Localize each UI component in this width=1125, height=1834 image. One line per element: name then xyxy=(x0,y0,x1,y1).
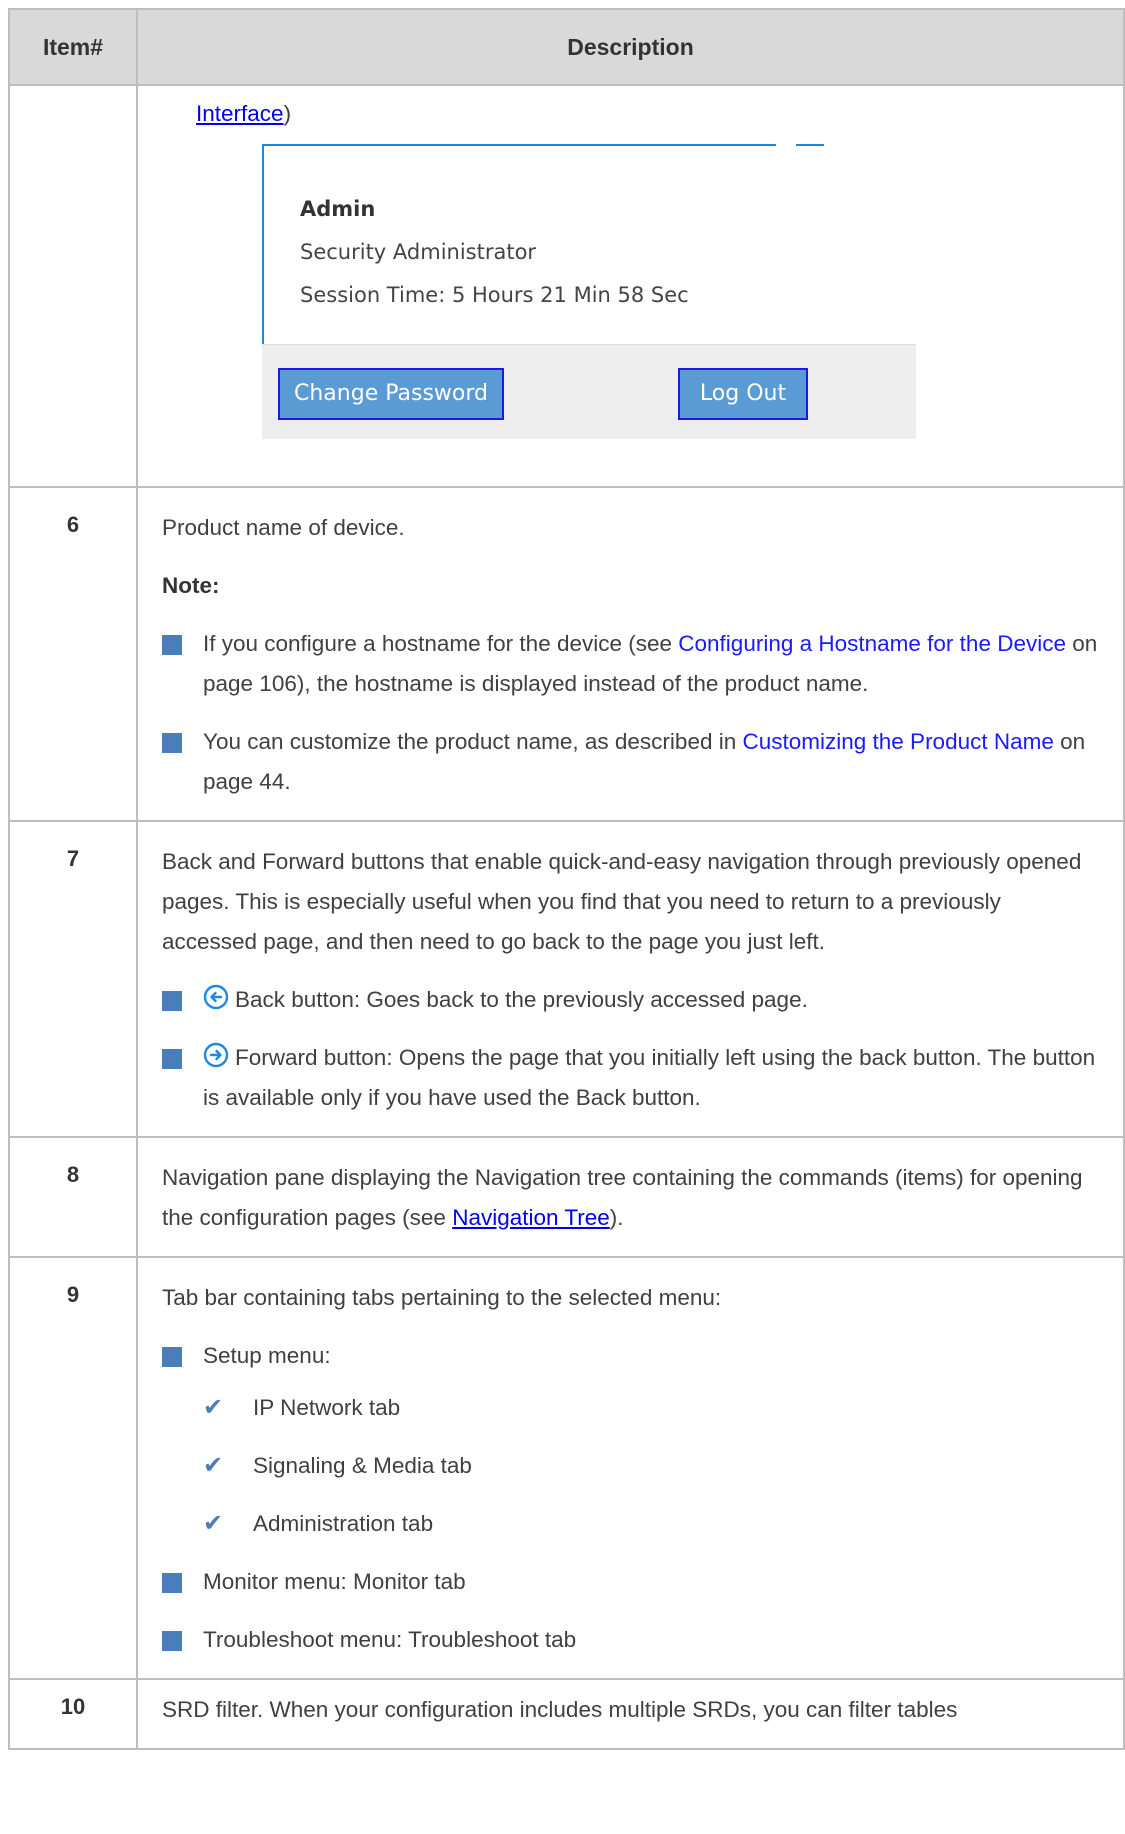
text: Signaling & Media tab xyxy=(253,1453,472,1478)
list-item: You can customize the product name, as d… xyxy=(162,722,1099,802)
item-number: 6 xyxy=(8,486,138,822)
square-bullet-icon xyxy=(162,1347,182,1367)
checkmark-icon: ✔ xyxy=(203,1394,224,1421)
table-header-row: Item# Description xyxy=(8,8,1125,86)
square-bullet-icon xyxy=(162,635,182,655)
list-item: ✔ Signaling & Media tab xyxy=(203,1446,1099,1486)
change-password-button[interactable]: Change Password xyxy=(278,368,504,420)
table-row: 10 SRD filter. When your configuration i… xyxy=(8,1678,1125,1750)
table-row: 9 Tab bar containing tabs pertaining to … xyxy=(8,1256,1125,1680)
list-item: If you configure a hostname for the devi… xyxy=(162,624,1099,704)
table-row: Interface) Admin Security Administrator … xyxy=(8,84,1125,488)
page: Item# Description Interface) Admin Secur… xyxy=(8,8,1125,1834)
header-description: Description xyxy=(136,8,1125,86)
item-description: Navigation pane displaying the Navigatio… xyxy=(136,1136,1125,1258)
text: Setup menu: xyxy=(203,1343,331,1368)
text: ). xyxy=(609,1205,624,1230)
row-text: Back and Forward buttons that enable qui… xyxy=(162,849,1082,954)
bullet-list: If you configure a hostname for the devi… xyxy=(162,624,1099,802)
square-bullet-icon xyxy=(162,1631,182,1651)
check-list: ✔ IP Network tab ✔ Signaling & Media tab ✔… xyxy=(203,1388,1099,1544)
popup-user-name: Admin xyxy=(300,197,376,221)
header-item-number: Item# xyxy=(8,8,138,86)
popup-session-time: Session Time: 5 Hours 21 Min 58 Sec xyxy=(300,283,689,307)
popup-border-line xyxy=(262,144,512,146)
text: You can customize the product name, as d… xyxy=(203,729,743,754)
product-name-xref-link[interactable]: Customizing the Product Name xyxy=(742,729,1053,754)
square-bullet-icon xyxy=(162,733,182,753)
table-row: 8 Navigation pane displaying the Navigat… xyxy=(8,1136,1125,1258)
navigation-tree-link[interactable]: Navigation Tree xyxy=(452,1205,610,1230)
bullet-list: Setup menu: ✔ IP Network tab ✔ Signaling &… xyxy=(162,1336,1099,1660)
checkmark-icon: ✔ xyxy=(203,1452,224,1479)
text: Monitor menu: Monitor tab xyxy=(203,1569,466,1594)
row-text: Product name of device. xyxy=(162,515,405,540)
square-bullet-icon xyxy=(162,1573,182,1593)
table-row: 6 Product name of device. Note: If you c… xyxy=(8,486,1125,822)
log-out-button[interactable]: Log Out xyxy=(678,368,808,420)
user-info-popup: Admin Security Administrator Session Tim… xyxy=(262,144,916,480)
row-text: SRD filter. When your configuration incl… xyxy=(162,1697,958,1722)
paren-text: ) xyxy=(283,101,292,126)
item-number: 8 xyxy=(8,1136,138,1258)
item-number: 9 xyxy=(8,1256,138,1680)
list-item: Forward button: Opens the page that you … xyxy=(162,1038,1099,1118)
popup-footer: Change Password Log Out xyxy=(262,344,916,439)
item-number xyxy=(8,84,138,488)
items-table: Item# Description Interface) Admin Secur… xyxy=(8,8,1125,1750)
popup-border-line xyxy=(796,144,824,146)
text: If you configure a hostname for the devi… xyxy=(203,631,679,656)
square-bullet-icon xyxy=(162,991,182,1011)
note-label: Note: xyxy=(162,573,220,598)
item-description: Tab bar containing tabs pertaining to th… xyxy=(136,1256,1125,1680)
list-item: ✔ IP Network tab xyxy=(203,1388,1099,1428)
item-number: 10 xyxy=(8,1678,138,1750)
hostname-xref-link[interactable]: Configuring a Hostname for the Device xyxy=(678,631,1066,656)
item-description: Interface) Admin Security Administrator … xyxy=(136,84,1125,488)
item-description: Product name of device. Note: If you con… xyxy=(136,486,1125,822)
list-item: Troubleshoot menu: Troubleshoot tab xyxy=(162,1620,1099,1660)
table-row: 7 Back and Forward buttons that enable q… xyxy=(8,820,1125,1138)
list-item: Setup menu: ✔ IP Network tab ✔ Signaling &… xyxy=(162,1336,1099,1544)
interface-link[interactable]: Interface xyxy=(196,101,284,126)
list-item: Back button: Goes back to the previously… xyxy=(162,980,1099,1020)
row-text: Navigation pane displaying the Navigatio… xyxy=(162,1158,1099,1238)
text: IP Network tab xyxy=(253,1395,401,1420)
popup-border-line xyxy=(512,144,776,146)
text: Forward button: Opens the page that you … xyxy=(203,1045,1096,1110)
bullet-list: Back button: Goes back to the previously… xyxy=(162,980,1099,1118)
square-bullet-icon xyxy=(162,1049,182,1069)
text: Back button: Goes back to the previously… xyxy=(235,987,808,1012)
popup-user-role: Security Administrator xyxy=(300,240,537,264)
text: Troubleshoot menu: Troubleshoot tab xyxy=(203,1627,577,1652)
row-text: Tab bar containing tabs pertaining to th… xyxy=(162,1285,722,1310)
checkmark-icon: ✔ xyxy=(203,1510,224,1537)
back-arrow-icon xyxy=(203,984,229,1010)
text: Administration tab xyxy=(253,1511,434,1536)
list-item: ✔ Administration tab xyxy=(203,1504,1099,1544)
item-number: 7 xyxy=(8,820,138,1138)
item-description: SRD filter. When your configuration incl… xyxy=(136,1678,1125,1750)
list-item: Monitor menu: Monitor tab xyxy=(162,1562,1099,1602)
item-description: Back and Forward buttons that enable qui… xyxy=(136,820,1125,1138)
forward-arrow-icon xyxy=(203,1042,229,1068)
